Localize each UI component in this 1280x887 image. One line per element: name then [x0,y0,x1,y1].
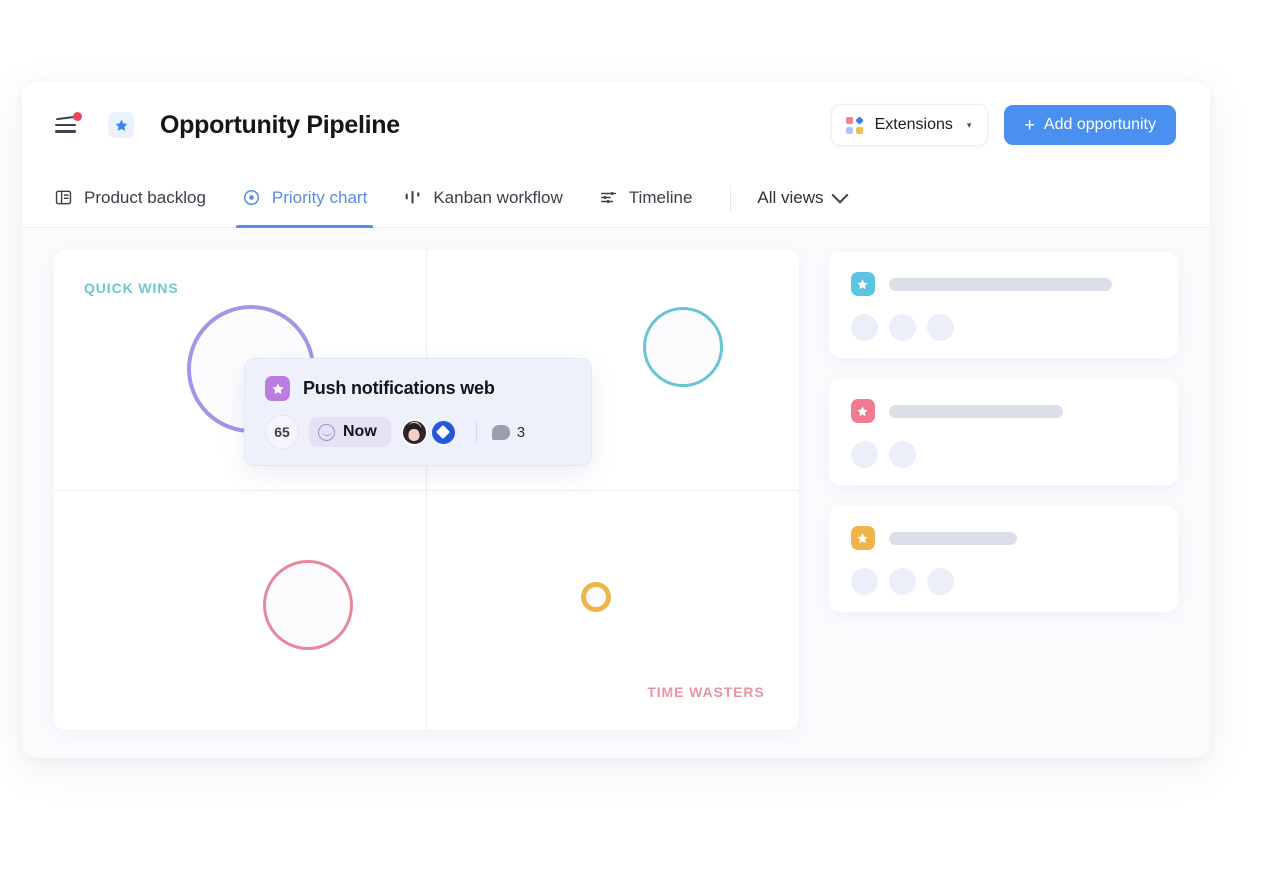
menu-bar [55,130,76,133]
circle-smile-icon [318,423,335,441]
menu-bar [55,123,76,127]
chart-bubble[interactable] [263,560,353,650]
tab-timeline[interactable]: Timeline [599,168,693,228]
star-icon [265,376,290,401]
chevron-down-icon: ▾ [966,119,972,130]
grid-cell [845,126,853,134]
popup-title: Push notifications web [303,378,495,398]
popup-header: Push notifications web [265,376,571,401]
app-body: QUICK WINS TIME WASTERS Push notificatio… [22,228,1210,758]
tab-kanban-workflow[interactable]: Kanban workflow [403,168,563,228]
list-item[interactable] [828,252,1178,358]
table-icon [54,188,73,207]
star-icon [850,526,875,550]
header-right: Extensions ▾ + Add opportunity [830,104,1176,146]
skeleton-title [888,277,1112,291]
comment-icon [491,424,510,440]
header-left: Opportunity Pipeline [54,111,400,140]
list-item-header [850,272,1156,296]
extensions-dropdown[interactable]: Extensions ▾ [830,104,989,146]
star-icon [108,112,134,138]
list-item[interactable] [828,379,1178,485]
skeleton-avatars [850,441,1156,468]
skeleton-dot [850,441,878,468]
skeleton-dot [926,314,954,341]
hamburger-menu-icon[interactable] [54,112,82,138]
timeline-icon [599,188,618,207]
status-badge[interactable]: Now [309,417,391,447]
list-item-header [850,399,1156,423]
status-label: Now [343,423,377,440]
add-opportunity-button[interactable]: + Add opportunity [1004,105,1176,145]
grid-cell [854,115,864,125]
quadrant-horizontal-axis [54,490,799,491]
all-views-label: All views [757,187,824,207]
grid-cell [845,116,853,124]
score-badge: 65 [265,415,299,449]
add-opportunity-label: Add opportunity [1043,116,1156,133]
tab-label: Kanban workflow [433,187,563,207]
tab-product-backlog[interactable]: Product backlog [54,168,206,228]
jira-diamond [436,424,451,440]
all-views-dropdown[interactable]: All views [757,186,849,208]
skeleton-title [888,404,1063,418]
skeleton-dot [926,568,954,595]
list-item[interactable] [828,506,1178,612]
divider [730,184,732,211]
tab-label: Priority chart [271,187,368,207]
target-icon [242,188,261,207]
skeleton-dot [888,441,916,468]
comment-count: 3 [516,423,526,441]
skeleton-dot [888,568,916,595]
jira-icon[interactable] [429,418,457,446]
star-icon [850,272,875,296]
priority-chart[interactable]: QUICK WINS TIME WASTERS Push notificatio… [54,250,799,730]
skeleton-title [888,531,1017,545]
skeleton-avatars [850,314,1156,341]
kanban-icon [403,188,422,207]
tab-priority-chart[interactable]: Priority chart [235,168,374,228]
chevron-down-icon [831,186,849,204]
comment-count-group[interactable]: 3 [491,423,526,441]
list-item-header [850,526,1156,550]
chart-bubble[interactable] [643,307,723,387]
skeleton-avatars [850,568,1156,595]
notification-dot [73,112,82,121]
opportunity-popup-card[interactable]: Push notifications web 65 Now 3 [244,358,592,466]
chart-bubble[interactable] [581,582,611,612]
extensions-grid-icon [845,115,864,134]
popup-meta: 65 Now 3 [265,415,571,449]
divider [475,421,477,443]
grid-cell [855,126,863,134]
skeleton-dot [850,314,878,341]
app-header: Opportunity Pipeline Extensions ▾ + Add … [22,82,1210,168]
avatar[interactable] [400,418,428,446]
plus-icon: + [1024,115,1035,135]
tab-label: Timeline [628,187,693,207]
extensions-label: Extensions [874,116,953,133]
tab-label: Product backlog [84,187,206,207]
skeleton-dot [850,568,878,595]
quadrant-label-time-wasters: TIME WASTERS [647,684,765,700]
app-window: Opportunity Pipeline Extensions ▾ + Add … [22,82,1210,758]
tab-bar: Product backlog Priority chart Kanban wo… [22,168,1210,228]
page-title: Opportunity Pipeline [160,110,400,139]
quadrant-label-quick-wins: QUICK WINS [84,280,179,296]
skeleton-dot [888,314,916,341]
star-icon [850,399,875,423]
opportunity-list [828,250,1178,758]
